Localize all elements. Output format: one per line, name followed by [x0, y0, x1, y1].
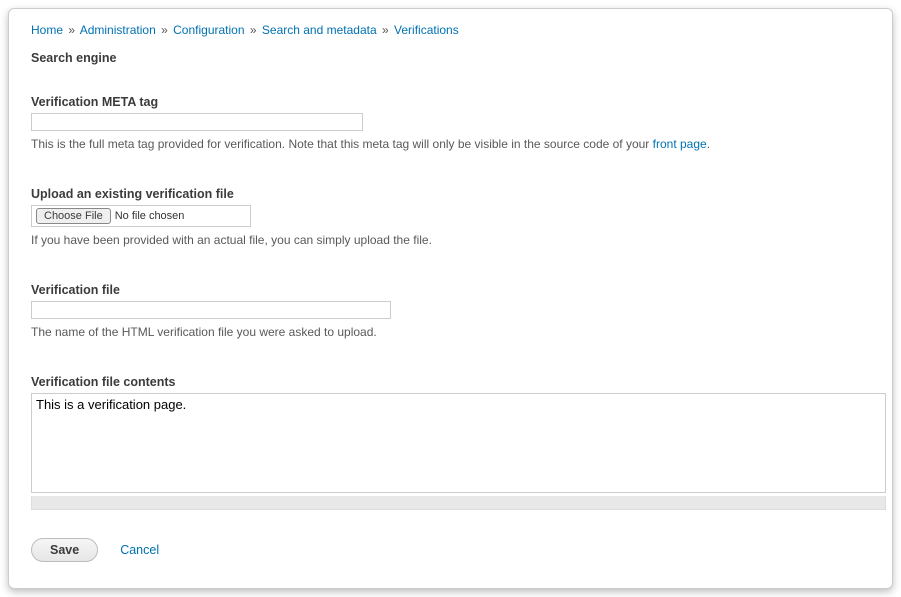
page-title: Search engine	[31, 51, 870, 65]
choose-file-button[interactable]: Choose File	[36, 208, 111, 224]
file-contents-section: Verification file contents	[31, 375, 870, 510]
breadcrumb-separator: »	[250, 23, 257, 37]
verification-file-section: Verification file The name of the HTML v…	[31, 283, 870, 341]
breadcrumb: Home » Administration » Configuration » …	[31, 23, 870, 37]
verification-file-label: Verification file	[31, 283, 870, 297]
verification-file-input[interactable]	[31, 301, 391, 319]
meta-tag-help: This is the full meta tag provided for v…	[31, 135, 870, 153]
breadcrumb-separator: »	[68, 23, 75, 37]
verification-file-help: The name of the HTML verification file y…	[31, 323, 870, 341]
form-actions: Save Cancel	[31, 538, 870, 562]
meta-tag-section: Verification META tag This is the full m…	[31, 95, 870, 153]
breadcrumb-administration[interactable]: Administration	[80, 23, 156, 37]
file-status-text: No file chosen	[115, 210, 185, 222]
front-page-link[interactable]: front page	[653, 137, 707, 151]
breadcrumb-search-metadata[interactable]: Search and metadata	[262, 23, 377, 37]
file-input[interactable]: Choose File No file chosen	[31, 205, 251, 227]
meta-tag-label: Verification META tag	[31, 95, 870, 109]
breadcrumb-verifications[interactable]: Verifications	[394, 23, 459, 37]
file-contents-label: Verification file contents	[31, 375, 870, 389]
breadcrumb-separator: »	[161, 23, 168, 37]
upload-section: Upload an existing verification file Cho…	[31, 187, 870, 249]
cancel-link[interactable]: Cancel	[120, 543, 159, 557]
breadcrumb-configuration[interactable]: Configuration	[173, 23, 244, 37]
meta-tag-input[interactable]	[31, 113, 363, 131]
page-container: Home » Administration » Configuration » …	[8, 8, 893, 589]
upload-help: If you have been provided with an actual…	[31, 231, 870, 249]
upload-label: Upload an existing verification file	[31, 187, 870, 201]
scrollbar-thumb[interactable]	[32, 496, 885, 509]
meta-tag-help-suffix: .	[707, 137, 710, 151]
breadcrumb-separator: »	[382, 23, 389, 37]
breadcrumb-home[interactable]: Home	[31, 23, 63, 37]
save-button[interactable]: Save	[31, 538, 98, 562]
meta-tag-help-prefix: This is the full meta tag provided for v…	[31, 137, 653, 151]
horizontal-scrollbar[interactable]	[31, 496, 886, 510]
file-contents-textarea[interactable]	[31, 393, 886, 493]
